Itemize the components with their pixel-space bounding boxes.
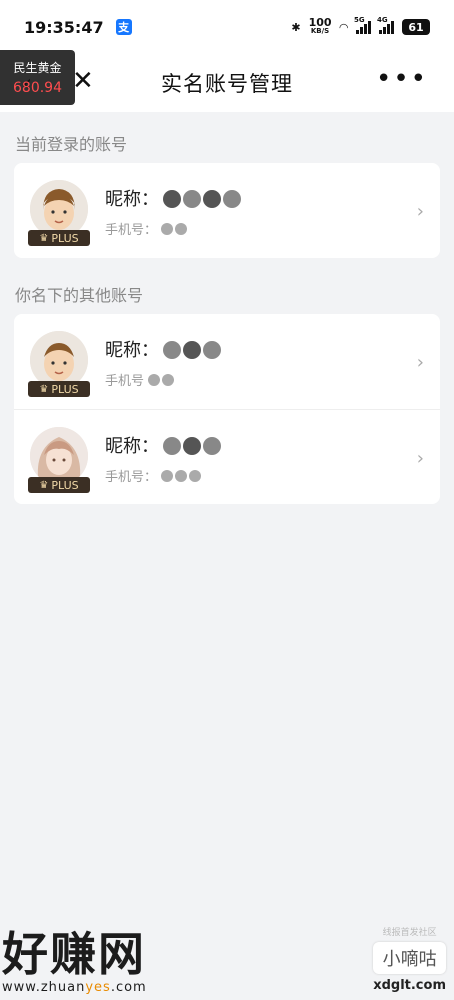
phone-redacted bbox=[161, 221, 189, 236]
watermark-right: 线报首发社区 小嘀咕 xdglt.com bbox=[373, 925, 446, 993]
crown-icon: ♛ bbox=[39, 383, 49, 395]
watermark-url-c: .com bbox=[110, 980, 147, 995]
nickname-redacted bbox=[163, 435, 223, 456]
signal-5g-icon: 5G bbox=[354, 16, 371, 34]
plus-badge-label: PLUS bbox=[51, 231, 79, 245]
nickname-line: 昵称： bbox=[105, 432, 223, 458]
more-button[interactable]: ••• bbox=[376, 64, 428, 94]
watermark-url-a: www.zhuan bbox=[2, 980, 86, 995]
status-right: ✱ 100 KB/S ◠ 5G 4G 61 bbox=[291, 16, 430, 36]
avatar: ♛ PLUS bbox=[28, 427, 90, 493]
chevron-right-icon: › bbox=[416, 201, 424, 222]
gold-widget-value: 680.94 bbox=[13, 80, 62, 96]
wifi-icon: ◠ bbox=[339, 20, 348, 34]
account-info: 昵称： 手机号： bbox=[105, 432, 223, 485]
phone-line: 手机号： bbox=[105, 466, 223, 485]
current-account-card: ♛ PLUS 昵称： 手机号： › bbox=[14, 163, 440, 258]
network-speed: 100 KB/S bbox=[308, 16, 332, 36]
close-button[interactable]: ✕ bbox=[72, 66, 94, 96]
phone-label: 手机号： bbox=[105, 470, 158, 485]
crown-icon: ♛ bbox=[39, 479, 49, 491]
battery-icon: 61 bbox=[402, 19, 430, 35]
signal-5g-label: 5G bbox=[354, 16, 365, 24]
gold-price-widget[interactable]: 民生黄金 680.94 bbox=[0, 50, 75, 105]
account-row-other-2[interactable]: ♛ PLUS 昵称： 手机号： › bbox=[14, 409, 440, 504]
page-title: 实名账号管理 bbox=[161, 72, 293, 96]
watermark-left-url: www.zhuanyes.com bbox=[2, 980, 147, 995]
chevron-right-icon: › bbox=[416, 448, 424, 469]
phone-redacted bbox=[148, 372, 176, 387]
plus-badge-label: PLUS bbox=[51, 382, 79, 396]
section-current-label: 当前登录的账号 bbox=[15, 135, 128, 154]
watermark-left: 好赚网 www.zhuanyes.com bbox=[2, 918, 147, 995]
watermark-left-title: 好赚网 bbox=[2, 927, 146, 981]
nickname-line: 昵称： bbox=[105, 336, 223, 362]
speed-unit: KB/S bbox=[310, 27, 330, 35]
status-left: 19:35:47 支 bbox=[24, 18, 132, 37]
watermark-url-b: yes bbox=[85, 980, 111, 995]
signal-4g-label: 4G bbox=[377, 16, 388, 24]
nickname-label: 昵称： bbox=[105, 436, 159, 457]
gold-widget-title: 民生黄金 bbox=[13, 61, 62, 75]
nickname-label: 昵称： bbox=[105, 189, 159, 210]
speed-value: 100 bbox=[308, 16, 332, 29]
phone-line: 手机号： bbox=[105, 219, 243, 238]
phone-label: 手机号： bbox=[105, 223, 158, 238]
nickname-label: 昵称： bbox=[105, 340, 159, 361]
avatar: ♛ PLUS bbox=[28, 180, 90, 246]
crown-icon: ♛ bbox=[39, 232, 49, 244]
status-time: 19:35:47 bbox=[24, 17, 104, 37]
nickname-redacted bbox=[163, 188, 243, 209]
signal-4g-icon: 4G bbox=[377, 16, 394, 34]
chevron-right-icon: › bbox=[416, 352, 424, 373]
other-accounts-card: ♛ PLUS 昵称： 手机号 › ♛ PLUS 昵称： 手机号： › bbox=[14, 314, 440, 504]
phone-line: 手机号 bbox=[105, 370, 223, 389]
plus-badge: ♛ PLUS bbox=[28, 381, 90, 397]
account-row-current[interactable]: ♛ PLUS 昵称： 手机号： › bbox=[14, 163, 440, 258]
account-row-other-1[interactable]: ♛ PLUS 昵称： 手机号 › bbox=[14, 314, 440, 409]
watermark-right-tagline: 线报首发社区 bbox=[382, 928, 437, 938]
status-bar: 19:35:47 支 ✱ 100 KB/S ◠ 5G 4G 61 bbox=[0, 0, 454, 54]
section-others-label: 你名下的其他账号 bbox=[15, 286, 144, 305]
account-info: 昵称： 手机号： bbox=[105, 185, 243, 238]
phone-label: 手机号 bbox=[105, 374, 145, 389]
nickname-line: 昵称： bbox=[105, 185, 243, 211]
watermark-right-url: xdglt.com bbox=[373, 978, 446, 993]
alipay-icon: 支 bbox=[115, 19, 132, 35]
bluetooth-icon: ✱ bbox=[291, 20, 301, 34]
plus-badge: ♛ PLUS bbox=[28, 230, 90, 246]
phone-redacted bbox=[161, 468, 203, 483]
account-info: 昵称： 手机号 bbox=[105, 336, 223, 389]
watermark-right-logo: 小嘀咕 bbox=[373, 942, 446, 974]
nickname-redacted bbox=[163, 339, 223, 360]
plus-badge: ♛ PLUS bbox=[28, 477, 90, 493]
avatar: ♛ PLUS bbox=[28, 331, 90, 397]
plus-badge-label: PLUS bbox=[51, 478, 79, 492]
